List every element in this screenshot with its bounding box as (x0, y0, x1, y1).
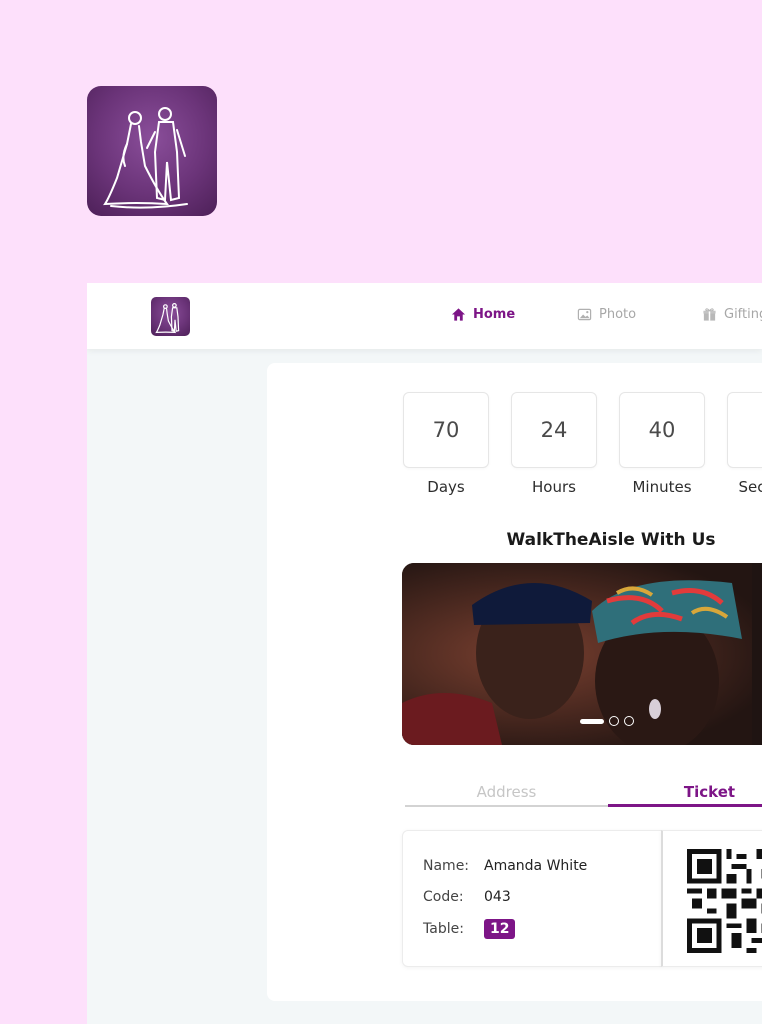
qr-code-icon (687, 849, 762, 953)
carousel-dot[interactable] (609, 716, 619, 726)
ticket-table-key: Table: (423, 921, 464, 937)
nav-home[interactable]: Home (451, 307, 515, 322)
countdown-seconds: 5 (727, 392, 762, 468)
nav-photo[interactable]: Photo (577, 307, 636, 322)
app-window: Home Photo Gifting 70 Days 24 Hours 40 M… (87, 283, 762, 1024)
photo-carousel[interactable] (402, 563, 762, 745)
tab-address[interactable]: Address (405, 783, 608, 801)
gallery-title: WalkTheAisle With Us (506, 530, 716, 550)
carousel-pagination (580, 716, 634, 726)
nav-gifting-label: Gifting (724, 307, 762, 322)
ticket-name-row: Name: Amanda White (423, 858, 587, 874)
countdown-seconds-label: Seconds (738, 478, 762, 496)
ticket-name-key: Name: (423, 858, 470, 874)
countdown-hours-label: Hours (532, 478, 576, 496)
countdown-minutes: 40 (619, 392, 705, 468)
countdown-days: 70 (403, 392, 489, 468)
countdown-minutes-value: 40 (648, 418, 676, 442)
nav-home-label: Home (473, 307, 516, 322)
ticket-table-badge: 12 (484, 919, 516, 939)
ticket-code-value: 043 (484, 889, 511, 905)
countdown-hours: 24 (511, 392, 597, 468)
image-icon (577, 308, 592, 321)
carousel-dot-active[interactable] (580, 718, 604, 724)
nav-photo-label: Photo (599, 307, 637, 322)
tab-underline (405, 805, 608, 807)
countdown-days-label: Days (427, 478, 465, 496)
ticket-code-key: Code: (423, 889, 464, 905)
countdown-days-value: 70 (432, 418, 460, 442)
tab-ticket[interactable]: Ticket (608, 783, 762, 801)
bride-groom-couple-icon (103, 107, 188, 209)
tab-active-indicator (608, 804, 762, 807)
home-icon (451, 308, 466, 321)
nav-logo[interactable] (151, 297, 190, 336)
countdown-hours-value: 24 (540, 418, 568, 442)
nav-gifting[interactable]: Gifting (702, 307, 762, 322)
ticket-code-row: Code: 043 (423, 889, 511, 905)
ticket-details: Name: Amanda White Code: 043 Table: 12 (402, 830, 662, 967)
carousel-dot[interactable] (624, 716, 634, 726)
gift-icon (703, 308, 716, 321)
ticket-name-value: Amanda White (484, 858, 588, 874)
app-logo-large (87, 86, 217, 216)
ticket-qr-panel (661, 830, 762, 967)
bride-groom-couple-icon (155, 303, 180, 334)
countdown-minutes-label: Minutes (632, 478, 692, 496)
ticket-table-row: Table: 12 (423, 919, 516, 939)
main-card: 70 Days 24 Hours 40 Minutes 5 Seconds Wa… (267, 363, 762, 1001)
